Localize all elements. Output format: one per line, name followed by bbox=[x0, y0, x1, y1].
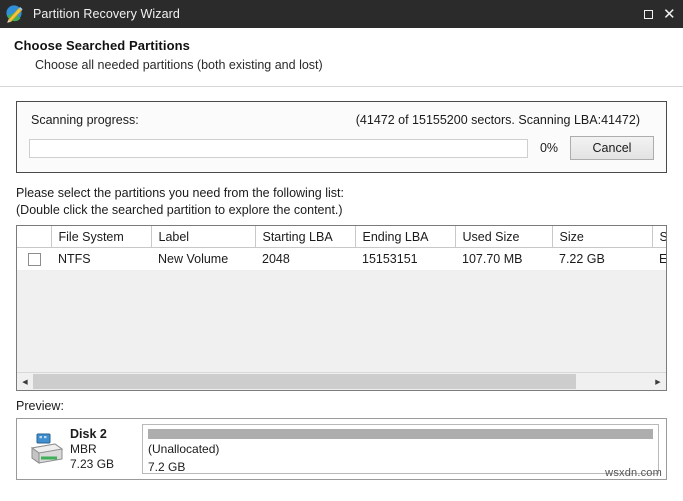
window-title: Partition Recovery Wizard bbox=[33, 7, 180, 21]
selection-instructions: Please select the partitions you need fr… bbox=[16, 185, 667, 219]
disk-capacity: 7.23 GB bbox=[70, 456, 115, 471]
progress-info-row: Scanning progress: (41472 of 15155200 se… bbox=[29, 112, 654, 127]
progress-control-row: 0% Cancel bbox=[29, 136, 654, 160]
cell-label: New Volume bbox=[151, 247, 255, 271]
scan-progress-bar bbox=[29, 138, 528, 158]
cell-size: 7.22 GB bbox=[552, 247, 652, 271]
column-header-size[interactable]: Size bbox=[552, 226, 653, 248]
row-select-cell[interactable] bbox=[17, 247, 51, 271]
close-button[interactable]: ✕ bbox=[663, 0, 683, 28]
cell-ending-lba: 15153151 bbox=[355, 247, 455, 271]
maximize-icon bbox=[643, 9, 653, 19]
cell-used-size: 107.70 MB bbox=[455, 247, 552, 271]
column-header-select[interactable] bbox=[17, 226, 52, 248]
header-divider bbox=[0, 86, 683, 87]
partition-name: (Unallocated) bbox=[148, 442, 220, 456]
partitions-table-grid: File System Label Starting LBA Ending LB… bbox=[17, 226, 666, 271]
main-content: Scanning progress: (41472 of 15155200 se… bbox=[0, 101, 683, 480]
scroll-right-arrow-icon[interactable]: ▶ bbox=[650, 373, 666, 390]
row-checkbox[interactable] bbox=[27, 253, 41, 267]
cell-starting-lba: 2048 bbox=[255, 247, 355, 271]
preview-label: Preview: bbox=[16, 399, 64, 413]
table-row[interactable]: NTFS New Volume 2048 15153151 107.70 MB … bbox=[17, 247, 666, 271]
scan-progress-percent: 0% bbox=[539, 141, 559, 155]
close-icon: ✕ bbox=[663, 5, 676, 23]
partition-map[interactable]: (Unallocated) 7.2 GB bbox=[142, 424, 659, 474]
partition-bar-unallocated[interactable] bbox=[148, 429, 653, 439]
title-bar: Partition Recovery Wizard ✕ bbox=[0, 0, 683, 28]
maximize-button[interactable] bbox=[633, 0, 663, 28]
column-header-starting-lba[interactable]: Starting LBA bbox=[255, 226, 356, 248]
partition-size: 7.2 GB bbox=[148, 460, 186, 474]
disk-preview-panel: Disk 2 MBR 7.23 GB (Unallocated) 7.2 GB … bbox=[16, 418, 667, 480]
column-header-label[interactable]: Label bbox=[151, 226, 256, 248]
column-header-ending-lba[interactable]: Ending LBA bbox=[355, 226, 456, 248]
column-header-file-system[interactable]: File System bbox=[51, 226, 152, 248]
column-header-used-size[interactable]: Used Size bbox=[455, 226, 553, 248]
scrollbar-thumb[interactable] bbox=[33, 374, 576, 389]
disk-info: Disk 2 MBR 7.23 GB bbox=[70, 427, 142, 472]
cancel-button[interactable]: Cancel bbox=[570, 136, 654, 160]
page-title: Choose Searched Partitions bbox=[14, 38, 190, 53]
scanning-progress-group: Scanning progress: (41472 of 15155200 se… bbox=[16, 101, 667, 173]
scrollbar-track[interactable] bbox=[33, 373, 650, 390]
instructions-line-1: Please select the partitions you need fr… bbox=[16, 186, 344, 200]
watermark: wsxdn.com bbox=[605, 467, 662, 479]
scanning-status-text: (41472 of 15155200 sectors. Scanning LBA… bbox=[355, 113, 640, 127]
cell-file-system: NTFS bbox=[51, 247, 151, 271]
table-horizontal-scrollbar[interactable]: ◀ ▶ bbox=[17, 372, 666, 390]
window-controls: ✕ bbox=[633, 0, 683, 28]
scanning-progress-label: Scanning progress: bbox=[31, 113, 139, 127]
cell-status: Existing bbox=[652, 247, 666, 271]
disk-name: Disk 2 bbox=[70, 426, 107, 441]
scroll-left-arrow-icon[interactable]: ◀ bbox=[17, 373, 33, 390]
disk-partition-scheme: MBR bbox=[70, 441, 97, 456]
instructions-line-2: (Double click the searched partition to … bbox=[16, 203, 343, 217]
table-empty-area bbox=[17, 271, 666, 372]
wizard-wand-icon bbox=[5, 4, 25, 24]
partitions-table[interactable]: File System Label Starting LBA Ending LB… bbox=[16, 225, 667, 391]
column-header-status[interactable]: Status bbox=[652, 226, 666, 248]
usb-hard-disk-icon bbox=[24, 432, 70, 466]
page-subtitle: Choose all needed partitions (both exist… bbox=[35, 58, 323, 72]
page-header: Choose Searched Partitions Choose all ne… bbox=[0, 28, 683, 80]
table-header-row: File System Label Starting LBA Ending LB… bbox=[17, 226, 666, 248]
